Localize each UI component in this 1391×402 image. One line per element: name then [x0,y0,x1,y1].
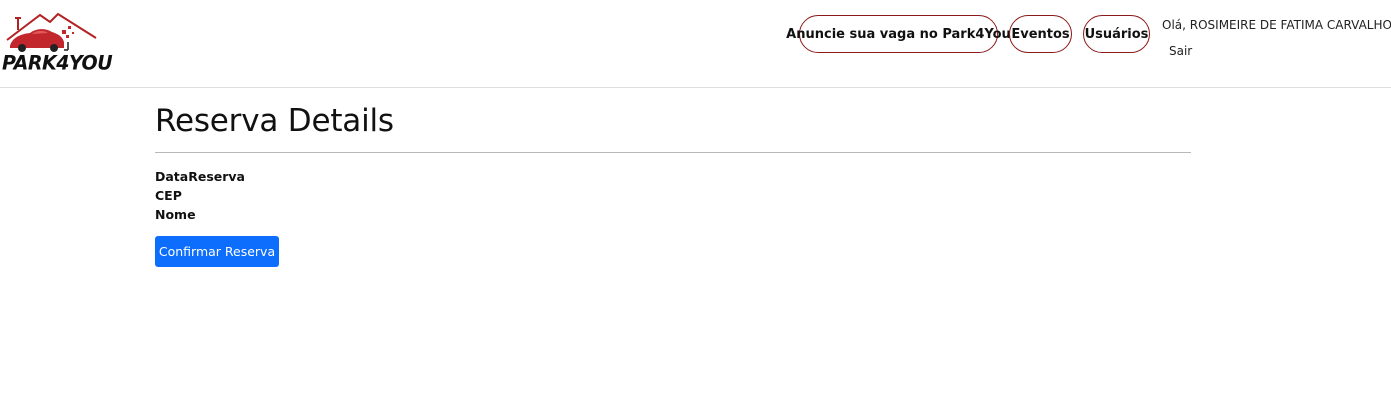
title-divider [155,152,1191,153]
page-title: Reserva Details [155,103,394,139]
user-greeting: Olá, ROSIMEIRE DE FATIMA CARVALHO [1162,18,1391,32]
confirmar-reserva-button[interactable]: Confirmar Reserva [155,236,279,267]
nav-eventos-button[interactable]: Eventos [1009,15,1072,53]
field-label-cep: CEP [155,188,182,203]
logout-link[interactable]: Sair [1169,44,1192,58]
nav-usuarios-button[interactable]: Usuários [1083,15,1150,53]
top-navbar: PARK4YOU Anuncie sua vaga no Park4You Ev… [0,0,1391,88]
nav-anuncie-vaga-button[interactable]: Anuncie sua vaga no Park4You [786,15,1011,53]
field-label-nome: Nome [155,207,196,222]
brand-name: PARK4YOU [2,51,113,75]
field-label-datareserva: DataReserva [155,169,245,184]
